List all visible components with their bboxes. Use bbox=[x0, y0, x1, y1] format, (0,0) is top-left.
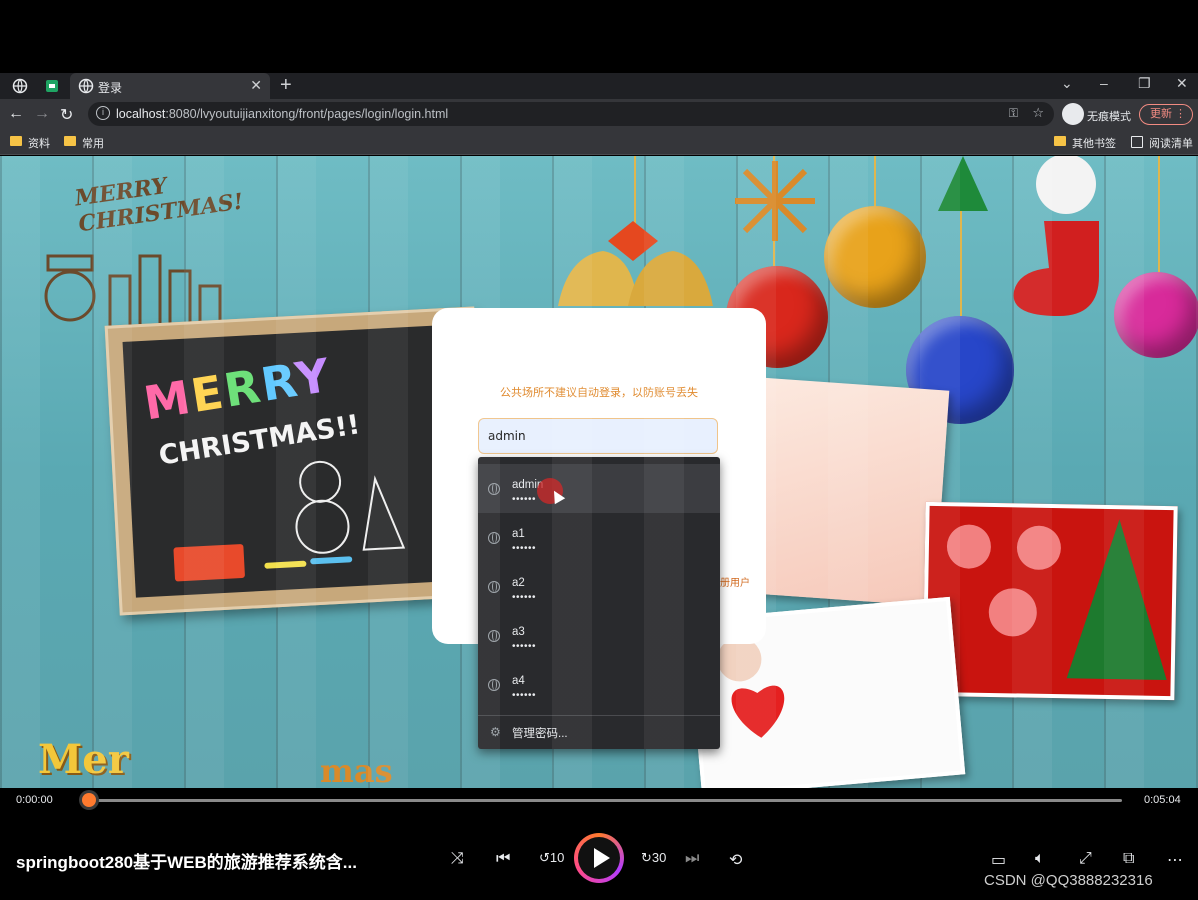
bookmark-folder-ziliao[interactable]: 资料 bbox=[10, 135, 50, 151]
autofill-username: a2 bbox=[512, 577, 525, 589]
back-icon[interactable]: ← bbox=[8, 105, 24, 123]
gold-ornament-string bbox=[874, 156, 876, 206]
autofill-password: •••••• bbox=[512, 690, 537, 701]
star-icon[interactable]: ☆ bbox=[1032, 105, 1044, 121]
repeat-icon[interactable]: ⟲ bbox=[729, 850, 742, 870]
update-label: 更新 bbox=[1150, 108, 1172, 120]
register-link[interactable]: 册用户 bbox=[720, 574, 750, 589]
fullscreen-icon[interactable]: ⤢ bbox=[1079, 850, 1092, 868]
pink-ornament bbox=[1114, 272, 1198, 358]
elapsed-time: 0:00:00 bbox=[16, 794, 53, 806]
bottom-merry-text: Mer bbox=[38, 736, 129, 783]
play-icon bbox=[594, 848, 610, 868]
autofill-username: a1 bbox=[512, 528, 525, 540]
tab-title: 登录 bbox=[98, 81, 123, 95]
tab-strip: 登录 ✕ + ⌄ – ❐ ✕ bbox=[0, 73, 1198, 99]
gold-ornament bbox=[824, 206, 926, 308]
subtitles-icon[interactable]: ▭ bbox=[991, 850, 1006, 870]
video-player-controls: 0:00:00 0:05:04 springboot280基于WEB的旅游推荐系… bbox=[0, 788, 1198, 900]
autofill-password: •••••• bbox=[512, 494, 537, 505]
restore-button[interactable]: ❐ bbox=[1138, 75, 1151, 92]
autofill-username: a4 bbox=[512, 675, 525, 687]
mini-player-icon[interactable]: ⧉ bbox=[1123, 850, 1134, 868]
screen: 登录 ✕ + ⌄ – ❐ ✕ ← → ↻ i localhost:8080/lv… bbox=[0, 0, 1198, 900]
key-icon[interactable]: ⚿ bbox=[1009, 106, 1018, 121]
forward-30-icon[interactable]: ↻30 bbox=[641, 850, 666, 866]
autofill-password: •••••• bbox=[512, 592, 537, 603]
autofill-entry[interactable]: a3 •••••• bbox=[478, 611, 720, 660]
globe-icon bbox=[488, 532, 500, 544]
globe-icon bbox=[488, 679, 500, 691]
login-tip: 公共场所不建议自动登录，以防账号丢失 bbox=[500, 387, 698, 399]
password-autofill-dropdown: admin •••••• a1 •••••• a2 •••••• a3 ••••… bbox=[478, 457, 720, 749]
autofill-entry[interactable]: a2 •••••• bbox=[478, 562, 720, 611]
reload-icon[interactable]: ↻ bbox=[60, 105, 73, 125]
stocking-ornament bbox=[1013, 156, 1099, 316]
rewind-10-icon[interactable]: ↺10 bbox=[539, 850, 564, 866]
bookmark-folder-changyong[interactable]: 常用 bbox=[64, 135, 104, 151]
toolbar: ← → ↻ i localhost:8080/lvyoutuijianxiton… bbox=[0, 99, 1198, 129]
chalk-bear-doodle bbox=[295, 460, 406, 554]
globe-icon bbox=[488, 581, 500, 593]
play-button[interactable] bbox=[574, 833, 624, 883]
url-text: localhost:8080/lvyoutuijianxitong/front/… bbox=[116, 107, 448, 121]
photo-girl-cake bbox=[748, 377, 950, 607]
chalk-blue bbox=[310, 556, 353, 565]
url-host: localhost bbox=[116, 107, 166, 121]
pink-ornament-string bbox=[1158, 156, 1160, 274]
autofill-username: a3 bbox=[512, 626, 525, 638]
snowflake-ornament bbox=[735, 161, 815, 241]
close-window-button[interactable]: ✕ bbox=[1176, 75, 1188, 92]
new-tab-button[interactable]: + bbox=[280, 74, 292, 97]
blue-ornament-string bbox=[960, 206, 962, 316]
autofill-entry[interactable]: admin •••••• bbox=[478, 464, 720, 513]
incognito-label: 无痕模式 bbox=[1087, 111, 1131, 123]
christmas-tree-drawing bbox=[946, 519, 1167, 681]
seek-bar[interactable] bbox=[80, 799, 1122, 802]
autofill-password: •••••• bbox=[512, 543, 537, 554]
chalk-yellow bbox=[264, 560, 307, 569]
bookmarks-bar: 资料 常用 其他书签 阅读清单 bbox=[0, 129, 1198, 155]
globe-icon bbox=[78, 78, 94, 94]
chalkboard-surface: MERRY CHRISTMAS!! bbox=[122, 324, 472, 598]
login-page-background: MERRY CHRISTMAS! MERRY CHRISTMAS!! 公共场所不… bbox=[0, 156, 1198, 788]
bells-decoration bbox=[558, 221, 713, 306]
more-options-icon[interactable]: ⋯ bbox=[1167, 850, 1183, 870]
previous-icon[interactable]: ⏮ bbox=[496, 850, 510, 868]
video-title: springboot280基于WEB的旅游推荐系统含... bbox=[16, 853, 357, 872]
dropdown-divider bbox=[478, 715, 720, 716]
manage-passwords-link[interactable]: 管理密码... bbox=[512, 725, 568, 741]
globe-icon bbox=[488, 483, 500, 495]
update-button[interactable]: 更新 ⋮ bbox=[1139, 104, 1193, 125]
autofill-password: •••••• bbox=[512, 641, 537, 652]
reading-list[interactable]: 阅读清单 bbox=[1131, 135, 1193, 151]
tab-search-icon[interactable]: ⌄ bbox=[1061, 75, 1073, 92]
username-input[interactable]: admin bbox=[478, 418, 718, 454]
forward-icon[interactable]: → bbox=[34, 105, 50, 123]
watermark-text: CSDN @QQ3888232316 bbox=[984, 872, 1153, 889]
sheet-tab-icon[interactable] bbox=[44, 78, 60, 94]
info-icon[interactable]: i bbox=[96, 106, 110, 120]
url-path: :8080/lvyoutuijianxitong/front/pages/log… bbox=[165, 107, 449, 121]
seek-thumb[interactable] bbox=[82, 793, 96, 807]
eraser bbox=[173, 543, 246, 582]
photo-tree-hearts bbox=[922, 501, 1178, 701]
globe-icon[interactable] bbox=[12, 78, 28, 94]
address-bar[interactable]: i localhost:8080/lvyoutuijianxitong/fron… bbox=[88, 102, 1054, 126]
autofill-entry[interactable]: a1 •••••• bbox=[478, 513, 720, 562]
close-tab-icon[interactable]: ✕ bbox=[250, 77, 262, 94]
volume-icon[interactable]: 🔈︎ bbox=[1035, 850, 1045, 868]
total-duration: 0:05:04 bbox=[1144, 794, 1181, 806]
bottom-mas-text: mas bbox=[320, 752, 393, 788]
globe-icon bbox=[488, 630, 500, 642]
gear-icon: ⚙ bbox=[490, 725, 501, 739]
minimize-button[interactable]: – bbox=[1100, 75, 1108, 91]
tab-login[interactable]: 登录 ✕ bbox=[70, 73, 270, 99]
bookmark-other[interactable]: 其他书签 bbox=[1054, 135, 1116, 151]
incognito-icon[interactable] bbox=[1062, 103, 1084, 125]
autofill-entry[interactable]: a4 •••••• bbox=[478, 660, 720, 709]
next-icon[interactable]: ⏭ bbox=[685, 850, 699, 868]
shuffle-icon[interactable]: ⤨ bbox=[451, 850, 464, 868]
tree-ornament bbox=[938, 156, 988, 211]
